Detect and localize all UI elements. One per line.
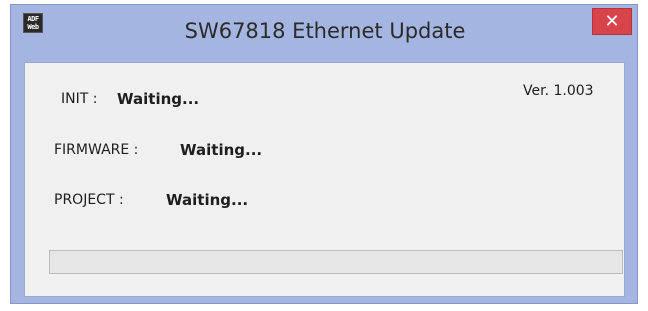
update-window: ADF Web SW67818 Ethernet Update ✕ INIT :… [10, 4, 638, 304]
project-label: PROJECT : [54, 192, 124, 208]
version-label: Ver. 1.003 [523, 83, 594, 99]
project-status-value: Waiting... [166, 191, 249, 209]
client-area: INIT : Waiting... FIRMWARE : Waiting... … [24, 62, 625, 297]
close-button[interactable]: ✕ [592, 8, 632, 35]
init-label: INIT : [61, 91, 98, 107]
firmware-status-value: Waiting... [180, 141, 263, 159]
title-bar[interactable]: ADF Web SW67818 Ethernet Update ✕ [11, 5, 637, 61]
update-progress-bar [49, 250, 623, 274]
window-title: SW67818 Ethernet Update [184, 19, 466, 43]
firmware-label: FIRMWARE : [54, 142, 139, 158]
init-status-value: Waiting... [117, 90, 200, 108]
close-icon: ✕ [604, 11, 620, 32]
